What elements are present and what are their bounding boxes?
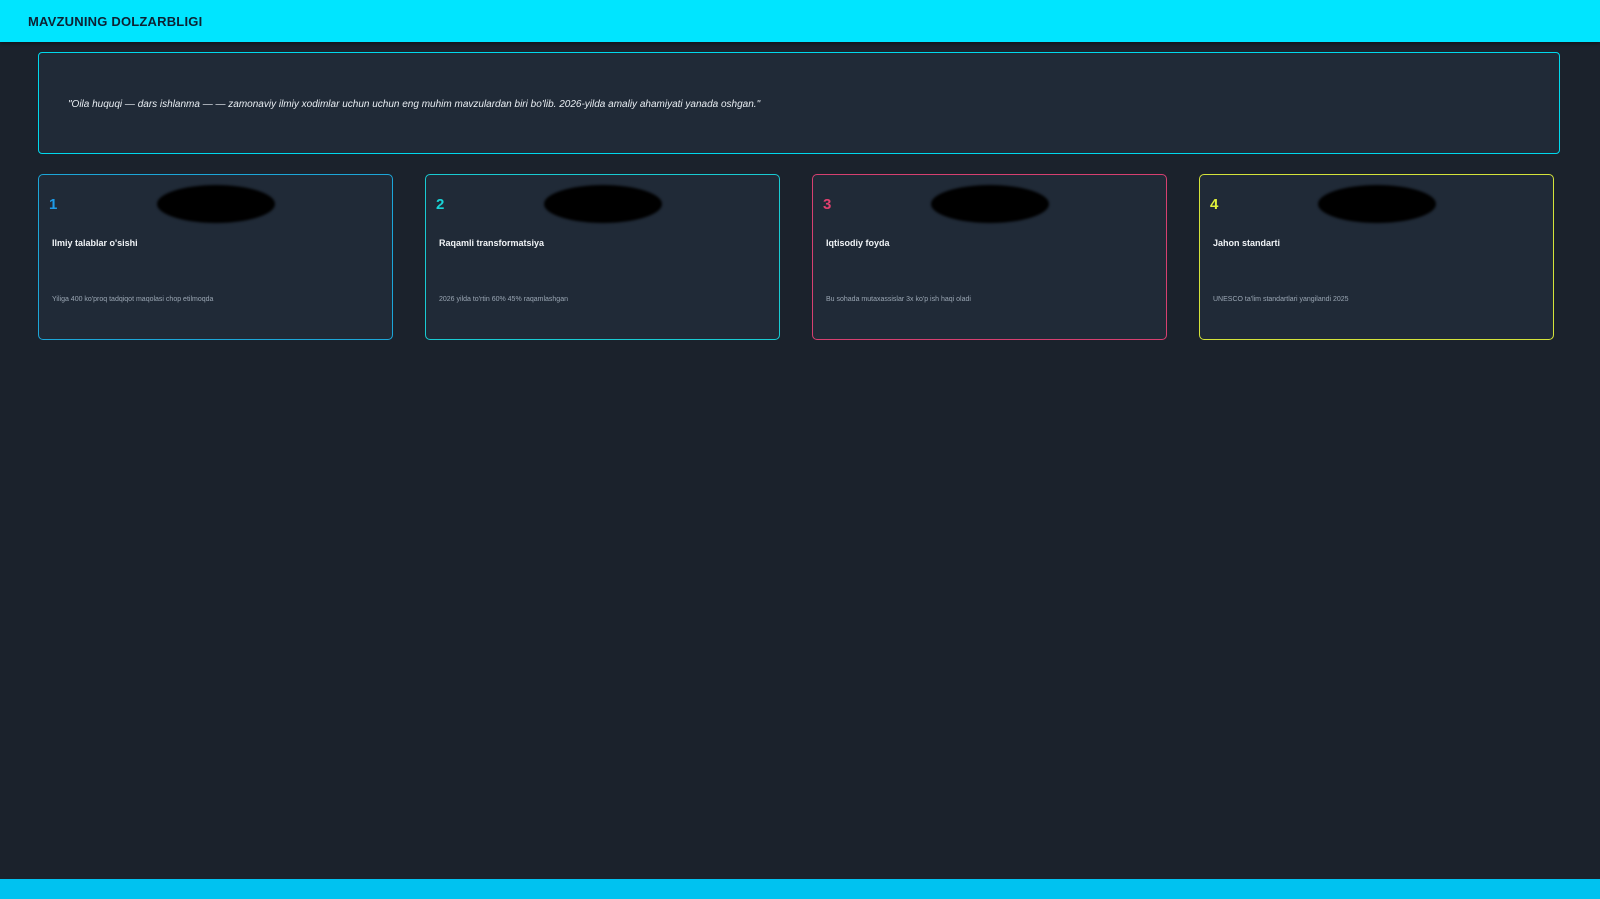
bottom-bar	[0, 879, 1600, 899]
card-title: Raqamli transformatsiya	[439, 238, 545, 248]
card-image-placeholder	[1318, 185, 1436, 223]
card-title: Jahon standarti	[1213, 238, 1281, 248]
card-title: Iqtisodiy foyda	[826, 238, 890, 248]
card-title: Ilmiy talablar o'sishi	[52, 238, 138, 248]
card-number: 1	[49, 196, 58, 213]
card-4: 4 Jahon standarti UNESCO ta'lim standart…	[1199, 174, 1554, 340]
quote-panel: "Oila huquqi — dars ishlanma — — zamonav…	[38, 52, 1560, 154]
card-number: 2	[436, 196, 445, 213]
quote-text: "Oila huquqi — dars ishlanma — — zamonav…	[68, 99, 761, 110]
card-number: 4	[1210, 196, 1219, 213]
page-title: MAVZUNING DOLZARBLIGI	[28, 14, 203, 29]
top-bar: MAVZUNING DOLZARBLIGI	[0, 0, 1600, 42]
card-description: 2026 yilda to'rtin 60% 45% raqamlashgan	[439, 296, 568, 303]
card-description: Yiliga 400 ko'proq tadqiqot maqolasi cho…	[52, 296, 214, 303]
card-image-placeholder	[157, 185, 275, 223]
card-number: 3	[823, 196, 832, 213]
card-1: 1 Ilmiy talablar o'sishi Yiliga 400 ko'p…	[38, 174, 393, 340]
card-description: Bu sohada mutaxassislar 3x ko'p ish haqi…	[826, 296, 971, 303]
card-image-placeholder	[931, 185, 1049, 223]
card-2: 2 Raqamli transformatsiya 2026 yilda to'…	[425, 174, 780, 340]
card-image-placeholder	[544, 185, 662, 223]
card-3: 3 Iqtisodiy foyda Bu sohada mutaxassisla…	[812, 174, 1167, 340]
card-description: UNESCO ta'lim standartlari yangilandi 20…	[1213, 296, 1349, 303]
